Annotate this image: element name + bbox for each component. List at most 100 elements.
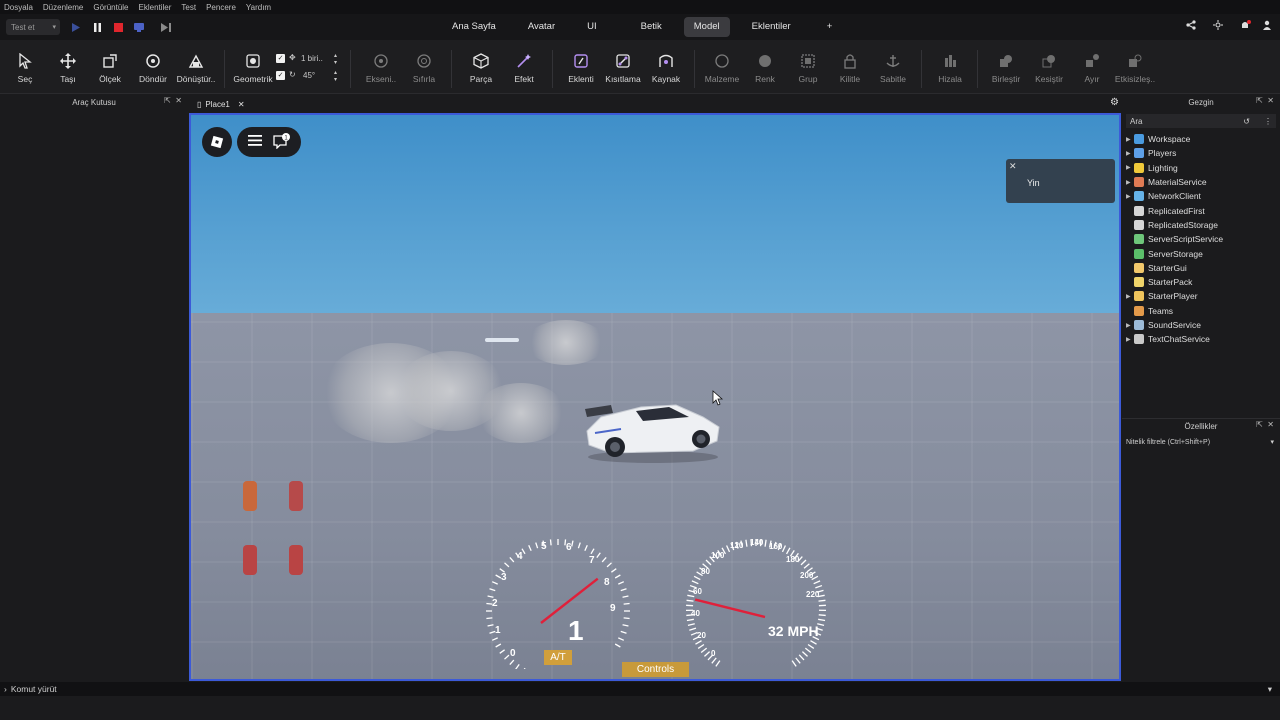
close-icon[interactable]: ✕: [238, 100, 245, 109]
source-button[interactable]: Kaynak: [644, 52, 688, 84]
disable-button[interactable]: Etkisizleş..: [1113, 52, 1157, 84]
pause-button[interactable]: [90, 20, 104, 34]
explorer-item[interactable]: ReplicatedStorage: [1126, 218, 1276, 232]
rotate-step-value[interactable]: 45°: [303, 71, 315, 80]
move-step-value[interactable]: 1 biri..: [301, 54, 323, 63]
undock-icon[interactable]: ⇱: [1256, 420, 1263, 429]
anchor-button[interactable]: Sabitle: [871, 52, 915, 84]
group-button[interactable]: Grup: [786, 52, 830, 84]
share-icon[interactable]: [1184, 20, 1198, 34]
select-tool-button[interactable]: Seç: [3, 52, 47, 84]
expand-arrow-icon[interactable]: ▶: [1126, 179, 1134, 186]
step-forward-icon[interactable]: [159, 20, 173, 34]
rotate-tool-button[interactable]: Döndür: [131, 52, 175, 84]
profile-icon[interactable]: [1260, 20, 1274, 34]
explorer-item[interactable]: ServerStorage: [1126, 246, 1276, 260]
hamburger-menu-icon[interactable]: [248, 135, 262, 149]
document-tab-place1[interactable]: ▯ Place1 ✕: [197, 97, 245, 111]
tab-ui[interactable]: UI: [577, 17, 607, 37]
play-icon[interactable]: [68, 20, 82, 34]
explorer-item[interactable]: Teams: [1126, 304, 1276, 318]
tab-script[interactable]: Betik: [631, 17, 672, 37]
plugin-button[interactable]: Eklenti: [559, 52, 603, 84]
explorer-item[interactable]: StarterGui: [1126, 261, 1276, 275]
geometric-mode-button[interactable]: Geometrik: [231, 52, 275, 84]
explorer-search-input[interactable]: Ara ↺ ⋮: [1126, 114, 1276, 128]
chevron-down-icon[interactable]: ▾: [1268, 684, 1272, 695]
stop-button[interactable]: [111, 20, 125, 34]
controls-button[interactable]: Controls: [622, 662, 689, 677]
align-button[interactable]: Hizala: [928, 52, 972, 84]
undock-icon[interactable]: ⇱: [1256, 96, 1263, 105]
chat-icon[interactable]: 1: [272, 132, 290, 152]
explorer-item[interactable]: ▶ Workspace: [1126, 132, 1276, 146]
union-button[interactable]: Birleştir: [984, 52, 1028, 84]
pivot-button[interactable]: Ekseni..: [359, 52, 403, 84]
command-bar[interactable]: › Komut yürüt ▾: [0, 682, 1280, 696]
roblox-menu-button[interactable]: [202, 127, 232, 157]
effect-button[interactable]: Efekt: [502, 52, 546, 84]
explorer-item[interactable]: ▶ Lighting: [1126, 161, 1276, 175]
explorer-item[interactable]: ▶ Players: [1126, 146, 1276, 160]
material-button[interactable]: Malzeme: [700, 52, 744, 84]
color-button[interactable]: Renk: [743, 52, 787, 84]
expand-arrow-icon[interactable]: ▶: [1126, 322, 1134, 329]
intersect-button[interactable]: Kesiştir: [1027, 52, 1071, 84]
explorer-item[interactable]: ReplicatedFirst: [1126, 203, 1276, 217]
expand-arrow-icon[interactable]: ▶: [1126, 293, 1134, 300]
move-tool-button[interactable]: Taşı: [46, 52, 90, 84]
menu-file[interactable]: Dosyala: [4, 3, 33, 12]
client-server-icon[interactable]: [132, 20, 146, 34]
menu-edit[interactable]: Düzenleme: [43, 3, 83, 12]
expand-arrow-icon[interactable]: ▶: [1126, 136, 1134, 143]
rotate-step-spinner[interactable]: ▴ ▾: [334, 69, 337, 83]
part-button[interactable]: Parça: [459, 52, 503, 84]
rotate-step-checkbox[interactable]: ✓: [276, 71, 285, 80]
history-icon[interactable]: ↺: [1243, 117, 1250, 126]
notification-bell-icon[interactable]: [1238, 20, 1252, 34]
explorer-item[interactable]: ▶ MaterialService: [1126, 175, 1276, 189]
chevron-down-icon[interactable]: ▾: [1270, 438, 1274, 446]
lock-button[interactable]: Kilitle: [828, 52, 872, 84]
explorer-item[interactable]: ▶ StarterPlayer: [1126, 289, 1276, 303]
close-icon[interactable]: ✕: [1009, 161, 1017, 172]
transmission-mode-badge[interactable]: A/T: [544, 650, 572, 665]
expand-arrow-icon[interactable]: ▶: [1126, 150, 1134, 157]
close-icon[interactable]: ✕: [1267, 420, 1274, 429]
explorer-item[interactable]: ▶ SoundService: [1126, 318, 1276, 332]
game-viewport[interactable]: 1 ✕ Yin 0 1 2 3 4 5 6 7 8 9 1 A/T 0 20 4…: [189, 113, 1121, 681]
explorer-item[interactable]: StarterPack: [1126, 275, 1276, 289]
move-step-checkbox[interactable]: ✓: [276, 54, 285, 63]
expand-arrow-icon[interactable]: ▶: [1126, 336, 1134, 343]
menu-help[interactable]: Yardım: [246, 3, 271, 12]
scale-tool-button[interactable]: Ölçek: [88, 52, 132, 84]
menu-window[interactable]: Pencere: [206, 3, 236, 12]
menu-plugins[interactable]: Eklentiler: [139, 3, 172, 12]
transform-tool-button[interactable]: Dönüştür..: [174, 52, 218, 84]
expand-arrow-icon[interactable]: ▶: [1126, 193, 1134, 200]
close-icon[interactable]: ✕: [175, 96, 182, 105]
menu-view[interactable]: Görüntüle: [93, 3, 128, 12]
undock-icon[interactable]: ⇱: [164, 96, 171, 105]
settings-gear-icon[interactable]: ⚙: [1110, 97, 1119, 108]
expand-arrow-icon[interactable]: ▶: [1126, 164, 1134, 171]
close-icon[interactable]: ✕: [1267, 96, 1274, 105]
tab-add[interactable]: +: [817, 17, 843, 37]
reset-button[interactable]: Sıfırla: [402, 52, 446, 84]
move-step-spinner[interactable]: ▴ ▾: [334, 52, 337, 66]
separate-button[interactable]: Ayır: [1070, 52, 1114, 84]
collaborate-icon[interactable]: [1211, 20, 1225, 34]
tab-model[interactable]: Model: [683, 17, 730, 37]
explorer-item[interactable]: ▶ TextChatService: [1126, 332, 1276, 346]
more-options-icon[interactable]: ⋮: [1264, 117, 1272, 126]
test-mode-dropdown[interactable]: Test et ▾: [6, 19, 60, 35]
sports-car[interactable]: [581, 395, 726, 468]
tab-plugins[interactable]: Eklentiler: [742, 17, 801, 37]
tab-avatar[interactable]: Avatar: [518, 17, 565, 37]
tab-home[interactable]: Ana Sayfa: [442, 17, 506, 37]
explorer-item[interactable]: ServerScriptService: [1126, 232, 1276, 246]
constraints-button[interactable]: Kısıtlama: [601, 52, 645, 84]
menu-test[interactable]: Test: [181, 3, 196, 12]
property-filter-input[interactable]: Nitelik filtrele (Ctrl+Shift+P) ▾: [1126, 436, 1276, 448]
explorer-item[interactable]: ▶ NetworkClient: [1126, 189, 1276, 203]
